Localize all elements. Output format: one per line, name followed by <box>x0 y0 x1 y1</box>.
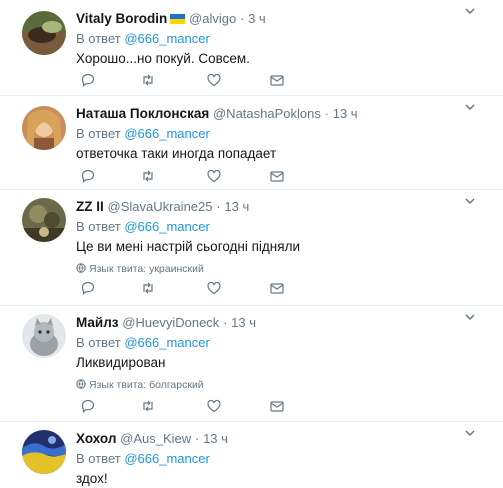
retweet-icon[interactable] <box>140 72 156 88</box>
retweet-icon[interactable] <box>140 280 156 296</box>
reply-context: В ответ @666_mancer <box>76 30 483 48</box>
retweet-icon[interactable] <box>140 398 156 414</box>
display-name[interactable]: Майлз <box>76 315 119 330</box>
reply-tweet[interactable]: Наташа Поклонская @NatashaPoklons · 13 ч… <box>0 96 503 190</box>
tweet-language-note: Язык твита: болгарский <box>76 378 483 392</box>
tweet-header: ZZ II @SlavaUkraine25 · 13 ч <box>76 198 483 216</box>
direct-message-icon[interactable] <box>269 280 285 296</box>
tweet-text: Ликвидирован <box>76 355 166 370</box>
tweet-text: Це ви мені настрій сьогодні підняли <box>76 239 300 254</box>
tweet-language-label: Язык твита: болгарский <box>89 379 204 391</box>
separator-dot: · <box>239 11 245 26</box>
user-handle[interactable]: @Aus_Kiew <box>120 431 191 446</box>
reply-context: В ответ @666_mancer <box>76 450 483 468</box>
tweet-language-label: Язык твита: украинский <box>89 263 204 275</box>
globe-icon <box>76 379 86 389</box>
reply-context: В ответ @666_mancer <box>76 218 483 236</box>
like-icon[interactable] <box>206 280 222 296</box>
reply-icon[interactable] <box>80 72 96 88</box>
tweet-actions <box>76 168 306 184</box>
timestamp[interactable]: 3 ч <box>248 11 266 26</box>
timestamp[interactable]: 13 ч <box>333 106 358 121</box>
like-icon[interactable] <box>206 72 222 88</box>
reply-context: В ответ @666_mancer <box>76 125 483 143</box>
avatar[interactable] <box>22 198 66 242</box>
separator-dot: · <box>223 315 228 330</box>
reply-to-link[interactable]: @666_mancer <box>124 219 209 234</box>
display-name[interactable]: Наташа Поклонская <box>76 106 209 121</box>
tweet-text: здох! <box>76 471 108 486</box>
reply-prefix: В ответ <box>76 451 121 466</box>
reply-to-link[interactable]: @666_mancer <box>124 451 209 466</box>
tweet-header: Хохол @Aus_Kiew · 13 ч <box>76 430 483 448</box>
user-handle[interactable]: @NatashaPoklons <box>213 106 321 121</box>
timestamp[interactable]: 13 ч <box>203 431 228 446</box>
timestamp[interactable]: 13 ч <box>231 315 256 330</box>
direct-message-icon[interactable] <box>269 72 285 88</box>
display-name[interactable]: ZZ II <box>76 199 104 214</box>
tweet-language-note: Язык твита: украинский <box>76 262 483 276</box>
chevron-down-icon[interactable] <box>463 100 477 114</box>
tweet-header: Наташа Поклонская @NatashaPoklons · 13 ч <box>76 105 483 123</box>
avatar[interactable] <box>22 430 66 474</box>
avatar[interactable] <box>22 106 66 150</box>
display-name[interactable]: Vitaly Borodin <box>76 11 167 26</box>
avatar[interactable] <box>22 11 66 55</box>
tweet-actions <box>76 398 306 414</box>
like-icon[interactable] <box>206 168 222 184</box>
tweet-text: Хорошо...но покуй. Совсем. <box>76 51 250 66</box>
user-handle[interactable]: @alvigo <box>189 11 236 26</box>
tweet-actions <box>76 280 306 296</box>
reply-prefix: В ответ <box>76 335 121 350</box>
tweet-header: Майлз @HuevyiDoneck · 13 ч <box>76 314 483 332</box>
reply-icon[interactable] <box>80 398 96 414</box>
reply-to-link[interactable]: @666_mancer <box>124 126 209 141</box>
reply-tweet[interactable]: Майлз @HuevyiDoneck · 13 ч В ответ @666_… <box>0 306 503 422</box>
user-handle[interactable]: @HuevyiDoneck <box>122 315 219 330</box>
tweet-text: ответочка таки иногда попадает <box>76 146 277 161</box>
reply-tweet[interactable]: ZZ II @SlavaUkraine25 · 13 ч В ответ @66… <box>0 190 503 306</box>
tweet-header: Vitaly Borodin @alvigo · 3 ч <box>76 10 483 28</box>
separator-dot: · <box>324 106 329 121</box>
globe-icon <box>76 263 86 273</box>
reply-icon[interactable] <box>80 168 96 184</box>
reply-tweet[interactable]: Vitaly Borodin @alvigo · 3 ч В ответ @66… <box>0 0 503 96</box>
replies-feed: Vitaly Borodin @alvigo · 3 ч В ответ @66… <box>0 0 503 486</box>
timestamp[interactable]: 13 ч <box>224 199 249 214</box>
chevron-down-icon[interactable] <box>463 194 477 208</box>
user-handle[interactable]: @SlavaUkraine25 <box>108 199 213 214</box>
separator-dot: · <box>216 199 221 214</box>
reply-tweet[interactable]: Хохол @Aus_Kiew · 13 ч В ответ @666_manc… <box>0 422 503 486</box>
ukraine-flag-icon <box>170 14 186 24</box>
reply-prefix: В ответ <box>76 31 121 46</box>
separator-dot: · <box>194 431 200 446</box>
reply-context: В ответ @666_mancer <box>76 334 483 352</box>
display-name[interactable]: Хохол <box>76 431 116 446</box>
reply-to-link[interactable]: @666_mancer <box>124 31 209 46</box>
reply-icon[interactable] <box>80 280 96 296</box>
chevron-down-icon[interactable] <box>463 310 477 324</box>
direct-message-icon[interactable] <box>269 398 285 414</box>
like-icon[interactable] <box>206 398 222 414</box>
chevron-down-icon[interactable] <box>463 426 477 440</box>
reply-prefix: В ответ <box>76 219 121 234</box>
tweet-actions <box>76 72 306 88</box>
retweet-icon[interactable] <box>140 168 156 184</box>
chevron-down-icon[interactable] <box>463 4 477 18</box>
reply-to-link[interactable]: @666_mancer <box>124 335 209 350</box>
direct-message-icon[interactable] <box>269 168 285 184</box>
avatar[interactable] <box>22 314 66 358</box>
reply-prefix: В ответ <box>76 126 121 141</box>
